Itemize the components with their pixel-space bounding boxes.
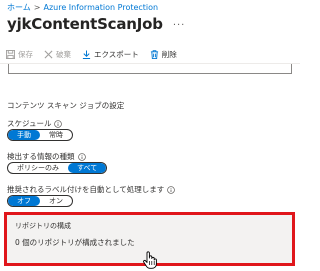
info-types-label-row: 検出する情報の種類 — [7, 151, 86, 162]
trash-icon — [150, 50, 159, 59]
info-types-label: 検出する情報の種類 — [7, 152, 75, 161]
page-title: yjkContentScanJob — [7, 15, 163, 33]
schedule-toggle[interactable]: 手動 常時 — [7, 129, 73, 141]
delete-label: 削除 — [161, 50, 177, 59]
repositories-panel[interactable]: リポジトリの構成 0 個のリポジトリが構成されました — [4, 212, 295, 269]
hand-cursor-icon — [143, 251, 157, 271]
breadcrumb: ホーム > Azure Information Protection — [7, 2, 158, 13]
info-types-option-all[interactable]: すべて — [68, 163, 107, 173]
save-label: 保存 — [18, 50, 33, 59]
schedule-label-row: スケジュール — [7, 118, 63, 129]
recommended-label-row: 推奨されるラベル付けを自動として処理します — [7, 184, 176, 195]
breadcrumb-home-link[interactable]: ホーム — [7, 3, 31, 12]
recommended-label: 推奨されるラベル付けを自動として処理します — [7, 185, 165, 194]
breadcrumb-separator: > — [33, 3, 41, 12]
repositories-title: リポジトリの構成 — [15, 222, 71, 230]
section-title: コンテンツ スキャン ジョブの設定 — [7, 101, 125, 110]
info-icon[interactable] — [77, 152, 86, 161]
info-icon[interactable] — [54, 119, 63, 128]
delete-button[interactable]: 削除 — [150, 49, 177, 60]
more-options-button[interactable]: ··· — [173, 20, 186, 31]
info-types-toggle[interactable]: ポリシーのみ すべて — [7, 162, 108, 174]
download-icon — [82, 50, 91, 59]
discard-icon — [44, 50, 53, 59]
truncated-field — [8, 64, 292, 74]
recommended-option-off[interactable]: オフ — [8, 196, 40, 206]
export-button[interactable]: エクスポート — [82, 49, 139, 60]
save-button[interactable]: 保存 — [6, 49, 33, 60]
schedule-label: スケジュール — [7, 119, 52, 128]
save-icon — [6, 50, 15, 59]
schedule-option-manual[interactable]: 手動 — [8, 130, 40, 140]
schedule-option-always[interactable]: 常時 — [40, 130, 72, 140]
breadcrumb-current-link[interactable]: Azure Information Protection — [43, 3, 158, 12]
export-label: エクスポート — [94, 50, 139, 59]
recommended-toggle[interactable]: オフ オン — [7, 195, 73, 207]
discard-label: 破棄 — [56, 50, 71, 59]
info-icon[interactable] — [167, 185, 176, 194]
discard-button[interactable]: 破棄 — [44, 49, 71, 60]
info-types-option-policy-only[interactable]: ポリシーのみ — [8, 163, 68, 173]
title-row: yjkContentScanJob ··· — [7, 15, 185, 33]
recommended-option-on[interactable]: オン — [40, 196, 72, 206]
repositories-count: 0 個のリポジトリが構成されました — [15, 238, 135, 247]
command-bar: 保存 破棄 エクスポート 削除 — [6, 49, 188, 60]
